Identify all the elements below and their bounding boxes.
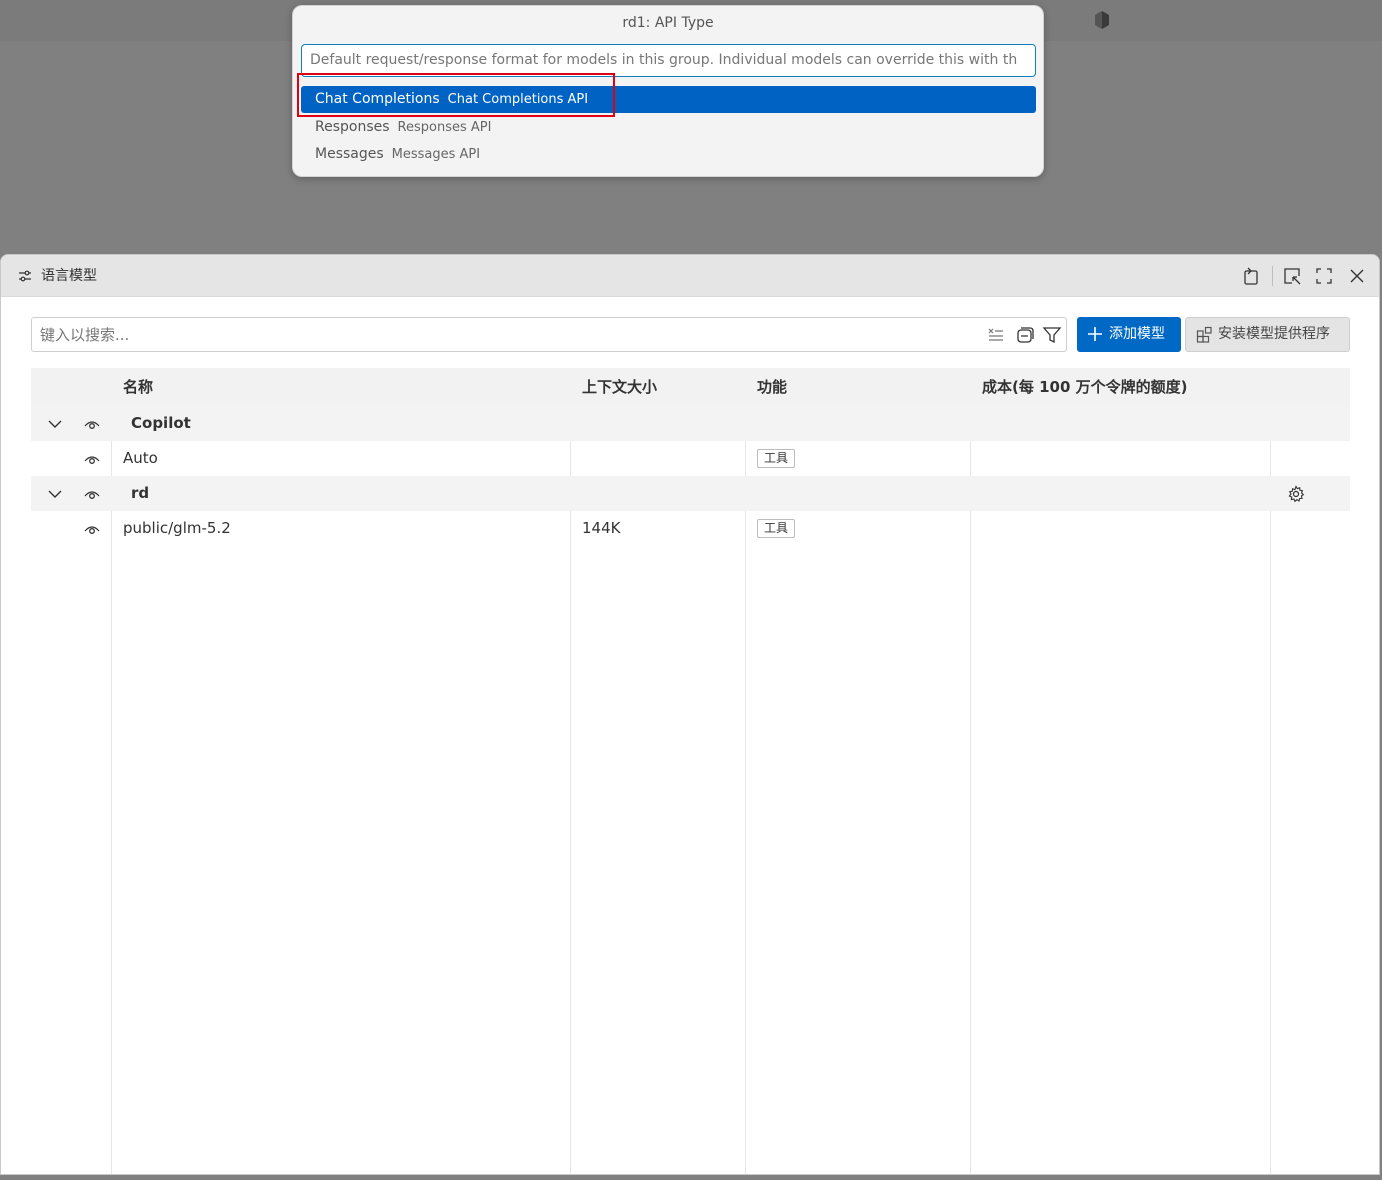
capability-tag-tools: 工具 xyxy=(757,449,796,468)
capability-tag-tools: 工具 xyxy=(757,519,796,538)
copilot-logo-icon[interactable] xyxy=(1092,10,1112,30)
table-header-row: 名称 上下文大小 功能 成本(每 100 万个令牌的额度) xyxy=(31,368,1350,406)
table-row-group-rd[interactable]: rd xyxy=(31,476,1350,511)
eye-icon[interactable] xyxy=(83,520,101,538)
close-icon[interactable] xyxy=(1347,266,1367,286)
quickpick-input[interactable]: Default request/response format for mode… xyxy=(301,44,1036,77)
group-name: Copilot xyxy=(131,414,191,432)
quickpick-item-responses[interactable]: Responses Responses API xyxy=(301,114,1036,141)
search-box xyxy=(31,317,1067,352)
group-name: rd xyxy=(131,484,150,502)
move-to-editor-icon[interactable] xyxy=(1241,266,1261,286)
filter-icon[interactable] xyxy=(1042,325,1062,345)
item-description: Messages API xyxy=(391,147,481,162)
search-input[interactable] xyxy=(40,318,940,351)
header-cost[interactable]: 成本(每 100 万个令牌的额度) xyxy=(982,368,1187,406)
eye-icon[interactable] xyxy=(83,485,101,503)
collapse-all-icon[interactable] xyxy=(1015,325,1035,345)
chevron-down-icon[interactable] xyxy=(46,415,64,433)
add-model-button[interactable]: 添加模型 xyxy=(1077,317,1181,352)
api-type-quickpick: rd1: API Type Default request/response f… xyxy=(292,5,1044,177)
models-table: 名称 上下文大小 功能 成本(每 100 万个令牌的额度) Copilot Au… xyxy=(31,368,1350,1174)
eye-icon[interactable] xyxy=(83,415,101,433)
header-name[interactable]: 名称 xyxy=(123,368,153,406)
model-context-size: 144K xyxy=(582,519,621,537)
header-capabilities[interactable]: 功能 xyxy=(757,368,787,406)
quickpick-item-chat-completions[interactable]: Chat Completions Chat Completions API xyxy=(301,86,1036,113)
model-name: Auto xyxy=(123,449,158,467)
eye-icon[interactable] xyxy=(83,450,101,468)
settings-sliders-icon xyxy=(19,270,31,282)
install-provider-button[interactable]: 安装模型提供程序 xyxy=(1185,317,1350,352)
plus-icon xyxy=(1088,327,1102,341)
item-label: Messages xyxy=(315,146,384,162)
item-description: Responses API xyxy=(397,120,492,135)
panel-title: 语言模型 xyxy=(41,268,97,284)
item-label: Chat Completions xyxy=(315,91,440,107)
header-separator xyxy=(1272,266,1273,286)
quickpick-item-messages[interactable]: Messages Messages API xyxy=(301,141,1036,168)
header-context-size[interactable]: 上下文大小 xyxy=(582,368,657,406)
maximize-icon[interactable] xyxy=(1314,266,1334,286)
extensions-icon xyxy=(1196,326,1212,343)
model-name: public/glm-5.2 xyxy=(123,519,231,537)
install-provider-label: 安装模型提供程序 xyxy=(1218,326,1330,342)
add-model-label: 添加模型 xyxy=(1109,326,1165,342)
gear-icon[interactable] xyxy=(1287,485,1305,503)
table-row-model-glm[interactable]: public/glm-5.2 144K 工具 xyxy=(31,511,1350,546)
language-models-panel: 语言模型 键入以搜索... 添加模型 安装模型提供程序 名称 上下文大小 功能 … xyxy=(0,254,1380,1175)
chevron-down-icon[interactable] xyxy=(46,485,64,503)
table-row-model-auto[interactable]: Auto 工具 xyxy=(31,441,1350,476)
quickpick-title: rd1: API Type xyxy=(622,15,714,31)
open-in-window-icon[interactable] xyxy=(1282,266,1302,286)
item-description: Chat Completions API xyxy=(447,92,589,107)
panel-header: 语言模型 xyxy=(1,255,1379,297)
item-label: Responses xyxy=(315,119,390,135)
clear-filter-icon[interactable] xyxy=(986,325,1006,345)
table-row-group-copilot[interactable]: Copilot xyxy=(31,406,1350,441)
